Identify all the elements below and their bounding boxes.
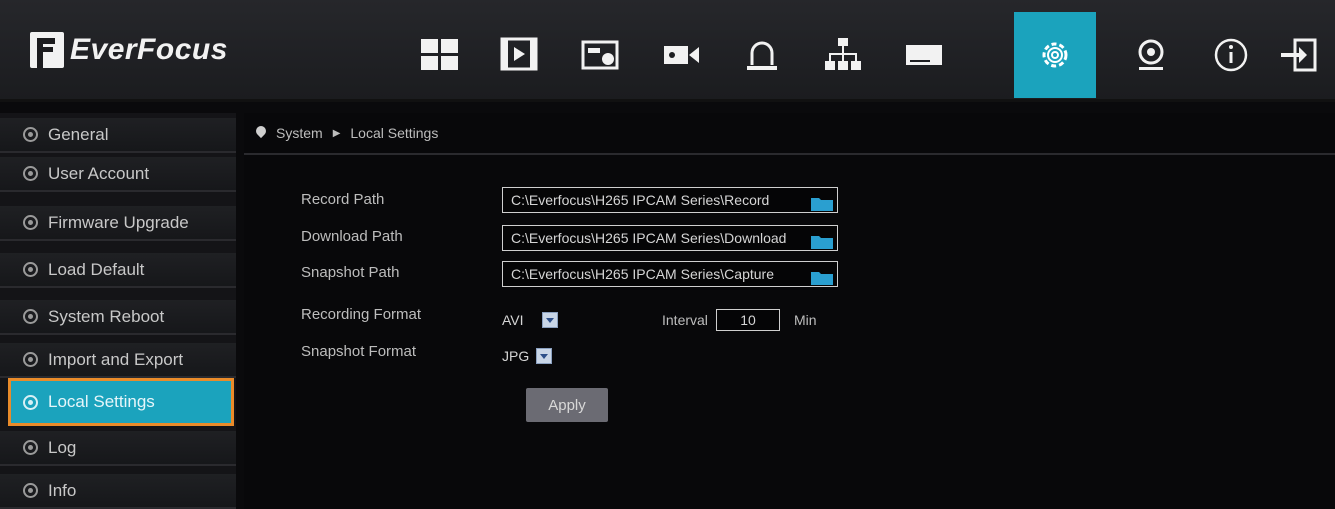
nav-alarm[interactable] — [721, 12, 803, 98]
sidebar-item-label: General — [48, 124, 109, 144]
nav-info[interactable] — [1190, 12, 1272, 98]
gear-icon — [23, 394, 38, 410]
snapshot-path-label: Snapshot Path — [301, 264, 400, 281]
brand-name: EverFocus — [70, 33, 228, 66]
sidebar-item-general[interactable]: General — [0, 118, 236, 153]
snapshot-icon — [581, 40, 619, 70]
sidebar-item-system-reboot[interactable]: System Reboot — [0, 300, 236, 335]
nav-snapshot[interactable] — [559, 12, 641, 98]
snapshot-path-browse-button[interactable] — [809, 263, 835, 285]
gear-icon — [23, 440, 38, 455]
record-path-label: Record Path — [301, 191, 385, 208]
network-icon — [825, 38, 861, 70]
brand-logo: EverFocus — [30, 30, 228, 70]
location-pin-icon — [256, 126, 266, 140]
gear-icon — [23, 352, 38, 367]
download-path-label: Download Path — [301, 228, 403, 245]
system-gear-icon — [1042, 42, 1068, 68]
snapshot-format-value: JPG — [502, 348, 530, 364]
recording-format-label: Recording Format — [301, 306, 422, 323]
sidebar-item-user-account[interactable]: User Account — [0, 157, 236, 192]
gear-icon — [23, 262, 38, 277]
top-navigation-bar: EverFocus — [0, 0, 1335, 102]
apply-button[interactable]: Apply — [526, 388, 608, 422]
nav-system[interactable] — [1014, 12, 1096, 98]
folder-icon — [811, 198, 833, 211]
interval-unit: Min — [794, 312, 817, 328]
info-icon — [1214, 38, 1248, 72]
snapshot-format-select[interactable]: JPG — [498, 344, 552, 368]
nav-maintenance[interactable] — [1110, 12, 1192, 98]
download-path-field[interactable]: C:\Everfocus\H265 IPCAM Series\Download — [502, 225, 838, 251]
nav-camera[interactable] — [640, 12, 722, 98]
maintenance-icon — [1138, 39, 1164, 70]
folder-icon — [811, 272, 833, 285]
main-content: System ▶ Local Settings Record Path C:\E… — [244, 113, 1335, 509]
breadcrumb: System ▶ Local Settings — [244, 113, 1335, 155]
folder-icon — [811, 236, 833, 249]
snapshot-path-field[interactable]: C:\Everfocus\H265 IPCAM Series\Capture — [502, 261, 838, 287]
sidebar-item-label: System Reboot — [48, 306, 165, 326]
storage-icon — [906, 45, 942, 65]
sidebar-item-label: Local Settings — [48, 392, 155, 411]
record-path-field[interactable]: C:\Everfocus\H265 IPCAM Series\Record — [502, 187, 838, 213]
brand-logo-mark — [30, 32, 64, 68]
live-view-grid-icon — [421, 39, 458, 70]
gear-icon — [23, 127, 38, 142]
chevron-down-icon[interactable] — [536, 348, 552, 364]
logout-icon — [1281, 38, 1317, 72]
snapshot-path-value[interactable]: C:\Everfocus\H265 IPCAM Series\Capture — [503, 266, 805, 282]
download-path-browse-button[interactable] — [809, 227, 835, 249]
recording-format-select[interactable]: AVI — [498, 308, 558, 332]
breadcrumb-current: Local Settings — [350, 125, 439, 141]
interval-input[interactable]: 10 — [716, 309, 780, 331]
sidebar-item-load-default[interactable]: Load Default — [0, 253, 236, 288]
alarm-icon — [747, 41, 777, 70]
camera-icon — [664, 46, 699, 64]
chevron-down-icon[interactable] — [542, 312, 558, 328]
interval-label: Interval — [662, 312, 708, 328]
sidebar-item-label: Import and Export — [48, 349, 184, 369]
gear-icon — [23, 483, 38, 498]
nav-logout[interactable] — [1275, 12, 1335, 98]
sidebar-item-info[interactable]: Info — [0, 474, 236, 509]
interval-value: 10 — [740, 312, 756, 328]
sidebar-item-log[interactable]: Log — [0, 431, 236, 466]
breadcrumb-root[interactable]: System — [276, 125, 323, 141]
sidebar-item-label: Firmware Upgrade — [48, 212, 189, 232]
record-path-value[interactable]: C:\Everfocus\H265 IPCAM Series\Record — [503, 192, 805, 208]
nav-storage[interactable] — [883, 12, 965, 98]
nav-network[interactable] — [802, 12, 884, 98]
gear-icon — [23, 166, 38, 181]
playback-icon — [500, 37, 538, 71]
sidebar-item-label: Log — [48, 437, 77, 457]
sidebar-item-label: User Account — [48, 163, 150, 183]
snapshot-format-label: Snapshot Format — [301, 343, 417, 360]
breadcrumb-separator-icon: ▶ — [332, 127, 341, 139]
sidebar-item-firmware-upgrade[interactable]: Firmware Upgrade — [0, 206, 236, 241]
record-path-browse-button[interactable] — [809, 189, 835, 211]
nav-playback[interactable] — [478, 12, 560, 98]
gear-icon — [23, 215, 38, 230]
sidebar-item-label: Load Default — [48, 259, 145, 279]
nav-live-view[interactable] — [398, 12, 480, 98]
sidebar-item-label: Info — [48, 480, 77, 500]
sidebar-item-import-and-export[interactable]: Import and Export — [0, 343, 236, 378]
recording-format-value: AVI — [502, 312, 524, 328]
download-path-value[interactable]: C:\Everfocus\H265 IPCAM Series\Download — [503, 230, 805, 246]
sidebar: General User Account Firmware Upgrade Lo… — [0, 113, 236, 509]
gear-icon — [23, 309, 38, 324]
sidebar-item-local-settings[interactable]: Local Settings — [8, 378, 234, 426]
